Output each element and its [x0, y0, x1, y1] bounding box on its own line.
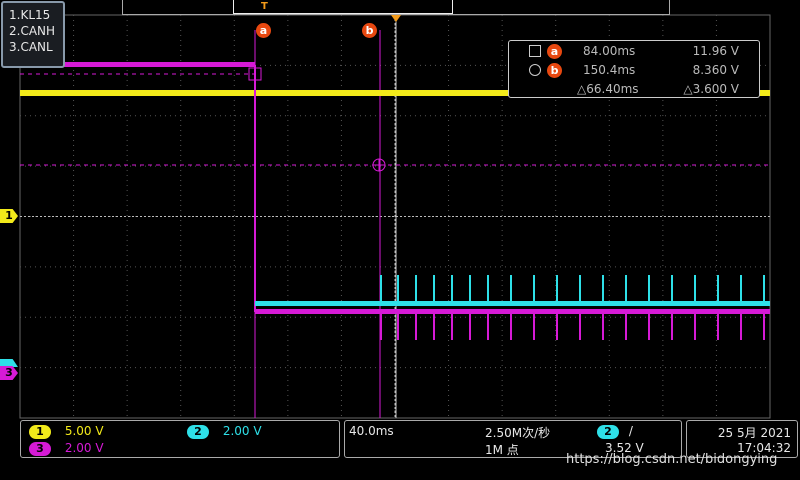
cursor-b-label: b [547, 63, 562, 78]
cursor-delta-time: △66.40ms [577, 82, 639, 96]
cursor-b-time: 150.4ms [583, 63, 636, 77]
sample-rate: 2.50M次/秒 [485, 426, 551, 440]
ch2-trace [255, 301, 770, 306]
cursor-a-value: 11.96 V [692, 44, 739, 58]
channel-legend: 1.KL15 2.CANH 3.CANL [1, 1, 65, 68]
legend-ch3: 3.CANL [9, 40, 53, 54]
ch1-scale[interactable]: 1 5.00 V [29, 424, 104, 439]
trigger-settings[interactable]: 2 / [597, 424, 633, 439]
ch1-scale-value: 5.00 V [64, 424, 104, 438]
legend-ch2: 2.CANH [9, 24, 56, 38]
memory-ribbon[interactable]: T [122, 0, 670, 15]
channel-scale-panel[interactable]: 1 5.00 V 2 2.00 V 3 2.00 V [20, 420, 340, 458]
cursor-a-row: a 84.00ms 11.96 V [509, 43, 759, 61]
circle-icon [529, 64, 541, 76]
cursor-a-badge[interactable]: a [256, 23, 271, 38]
cursor-readout: a 84.00ms 11.96 V b 150.4ms 8.360 V △66.… [508, 40, 760, 98]
cursor-delta-row: △66.40ms △3.600 V [509, 81, 759, 99]
ch3-chip: 3 [29, 442, 51, 456]
cursor-a-time: 84.00ms [583, 44, 636, 58]
timebase-scale: 40.0ms [349, 424, 394, 438]
trigger-slope-icon: / [628, 424, 633, 438]
ch1-chip: 1 [29, 425, 51, 439]
legend-ch1: 1.KL15 [9, 8, 51, 22]
date: 25 5月 2021 [717, 426, 791, 440]
square-icon [529, 45, 541, 57]
cursor-b-value: 8.360 V [692, 63, 739, 77]
cursor-b-row: b 150.4ms 8.360 V [509, 62, 759, 80]
cursor-delta-value: △3.600 V [683, 82, 739, 96]
ch3-scale-value: 2.00 V [64, 441, 104, 455]
trigger-time-arrow [391, 15, 401, 22]
trigger-source-chip: 2 [597, 425, 619, 439]
cursor-a-label: a [547, 44, 562, 59]
ch3-trace-low [255, 309, 770, 314]
watermark-text: https://blog.csdn.net/bidongying [566, 452, 778, 467]
record-length: 1M 点 [485, 443, 519, 457]
cursor-b-badge[interactable]: b [362, 23, 377, 38]
ch2-chip: 2 [187, 425, 209, 439]
ch2-scale[interactable]: 2 2.00 V [187, 424, 262, 439]
ch2-scale-value: 2.00 V [222, 424, 262, 438]
trigger-position-marker[interactable]: T [261, 1, 268, 12]
ch3-scale[interactable]: 3 2.00 V [29, 441, 104, 456]
